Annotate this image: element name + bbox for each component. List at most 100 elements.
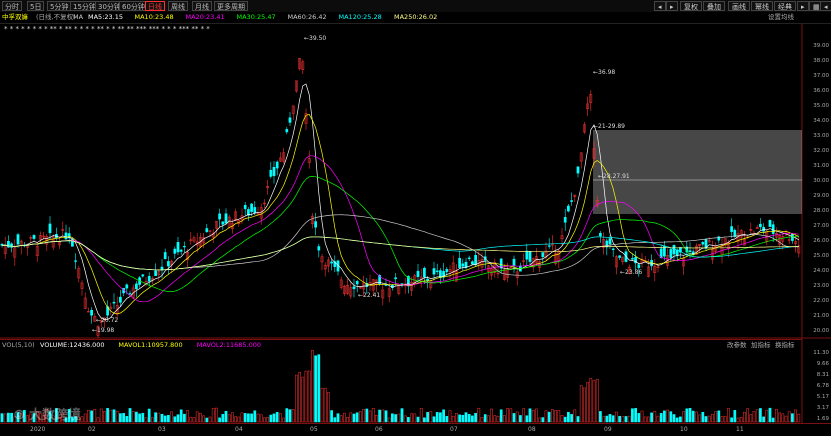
volume-bar bbox=[375, 414, 378, 423]
volume-bar bbox=[368, 410, 372, 423]
volume-bar bbox=[346, 417, 349, 423]
volume-bar bbox=[618, 415, 621, 423]
price-tick: 34.00 bbox=[813, 118, 829, 124]
candle-body bbox=[205, 228, 209, 233]
date-tick: 04 bbox=[235, 426, 243, 433]
volume-bar bbox=[701, 411, 705, 423]
volume-bar bbox=[781, 413, 785, 423]
volume-bar bbox=[749, 414, 753, 423]
price-annotation: ←23.86 bbox=[620, 269, 642, 276]
volume-tick: 9.66 bbox=[816, 361, 829, 367]
volume-bar bbox=[394, 414, 397, 423]
volume-bar bbox=[688, 407, 692, 423]
volume-bar bbox=[176, 414, 180, 423]
volume-bar bbox=[243, 413, 247, 423]
volume-bar bbox=[599, 411, 602, 423]
candle-body bbox=[250, 203, 253, 212]
ma-line bbox=[1, 214, 799, 276]
volume-bar bbox=[263, 417, 266, 423]
candle-body bbox=[285, 129, 289, 133]
volume-bar bbox=[301, 376, 305, 423]
volume-bar bbox=[778, 412, 781, 423]
volume-bar bbox=[253, 410, 257, 423]
candle-body bbox=[167, 261, 170, 267]
candle-body bbox=[112, 301, 116, 304]
volume-tick: 5.17 bbox=[816, 394, 829, 400]
candle-body bbox=[567, 205, 570, 212]
volume-bar bbox=[579, 385, 583, 423]
candle-body bbox=[426, 278, 429, 281]
volume-bar bbox=[720, 416, 724, 423]
volume-bar bbox=[90, 410, 93, 423]
candle-body bbox=[467, 257, 471, 259]
volume-bar bbox=[195, 411, 199, 423]
volume-bar bbox=[109, 409, 113, 423]
volume-bar bbox=[227, 414, 231, 423]
volume-bar bbox=[797, 413, 801, 423]
volume-bar bbox=[506, 408, 509, 423]
volume-bar bbox=[237, 416, 241, 423]
volume-bar bbox=[496, 415, 500, 423]
volume-bar bbox=[3, 413, 7, 423]
volume-bar bbox=[554, 410, 557, 423]
date-tick: 11 bbox=[736, 426, 744, 433]
volume-bar bbox=[128, 408, 132, 423]
volume-bar bbox=[285, 408, 289, 423]
candle-body bbox=[160, 266, 164, 270]
volume-bar bbox=[503, 415, 506, 423]
volume-bar bbox=[570, 414, 573, 423]
volume-bar bbox=[183, 413, 186, 423]
price-annotation: ←21-29.89 bbox=[593, 123, 625, 130]
volume-bar bbox=[349, 412, 353, 423]
volume-bar bbox=[445, 416, 449, 423]
volume-bar bbox=[531, 410, 535, 423]
volume-bar bbox=[384, 410, 388, 423]
candle-body bbox=[759, 223, 762, 228]
volume-bar bbox=[144, 417, 148, 423]
candle-body bbox=[563, 217, 567, 223]
candle-body bbox=[288, 117, 292, 123]
volume-bar bbox=[343, 412, 346, 423]
volume-bar bbox=[787, 411, 791, 423]
volume-bar bbox=[122, 413, 125, 423]
volume-legend-item: MAVOL1:10957.800 bbox=[118, 341, 183, 349]
volume-bars bbox=[0, 350, 801, 423]
volume-bar bbox=[634, 408, 637, 423]
candle-body bbox=[618, 255, 621, 258]
volume-bar bbox=[355, 412, 359, 423]
volume-bar bbox=[637, 413, 641, 423]
candle-body bbox=[445, 269, 449, 273]
volume-bar bbox=[535, 408, 538, 423]
volume-bar bbox=[307, 370, 311, 423]
price-tick: 22.00 bbox=[813, 298, 829, 304]
volume-bar bbox=[282, 417, 285, 423]
volume-bar bbox=[615, 411, 618, 423]
kline-chart[interactable]: * * * * * * * * ** * ** * * * * ** * * *… bbox=[0, 0, 831, 435]
change-indicator-button[interactable]: 换指标 bbox=[775, 340, 795, 350]
candle-body bbox=[547, 245, 551, 247]
volume-bar bbox=[723, 416, 727, 423]
volume-bar bbox=[656, 415, 660, 423]
candle-body bbox=[541, 252, 545, 257]
volume-bar bbox=[666, 409, 669, 423]
volume-bar bbox=[365, 408, 369, 423]
volume-bar bbox=[739, 417, 743, 423]
volume-bar bbox=[211, 408, 215, 423]
edit-params-button[interactable]: 改参数 bbox=[727, 340, 747, 350]
price-annotation: ←28.27.91 bbox=[598, 173, 630, 180]
price-tick: 21.00 bbox=[813, 313, 829, 319]
volume-bar bbox=[714, 411, 717, 423]
add-indicator-button[interactable]: 加指标 bbox=[751, 340, 771, 350]
volume-bar bbox=[205, 417, 209, 423]
candle-body bbox=[768, 219, 772, 227]
volume-bar bbox=[333, 417, 337, 423]
volume-bar bbox=[547, 411, 551, 423]
volume-tick: 1.69 bbox=[816, 416, 829, 422]
volume-bar bbox=[99, 408, 103, 423]
candle-body bbox=[243, 204, 247, 210]
volume-bar bbox=[275, 412, 279, 423]
candle-body bbox=[64, 232, 68, 240]
candle-body bbox=[458, 257, 461, 268]
volume-bar bbox=[179, 409, 183, 423]
volume-bar bbox=[551, 409, 554, 423]
